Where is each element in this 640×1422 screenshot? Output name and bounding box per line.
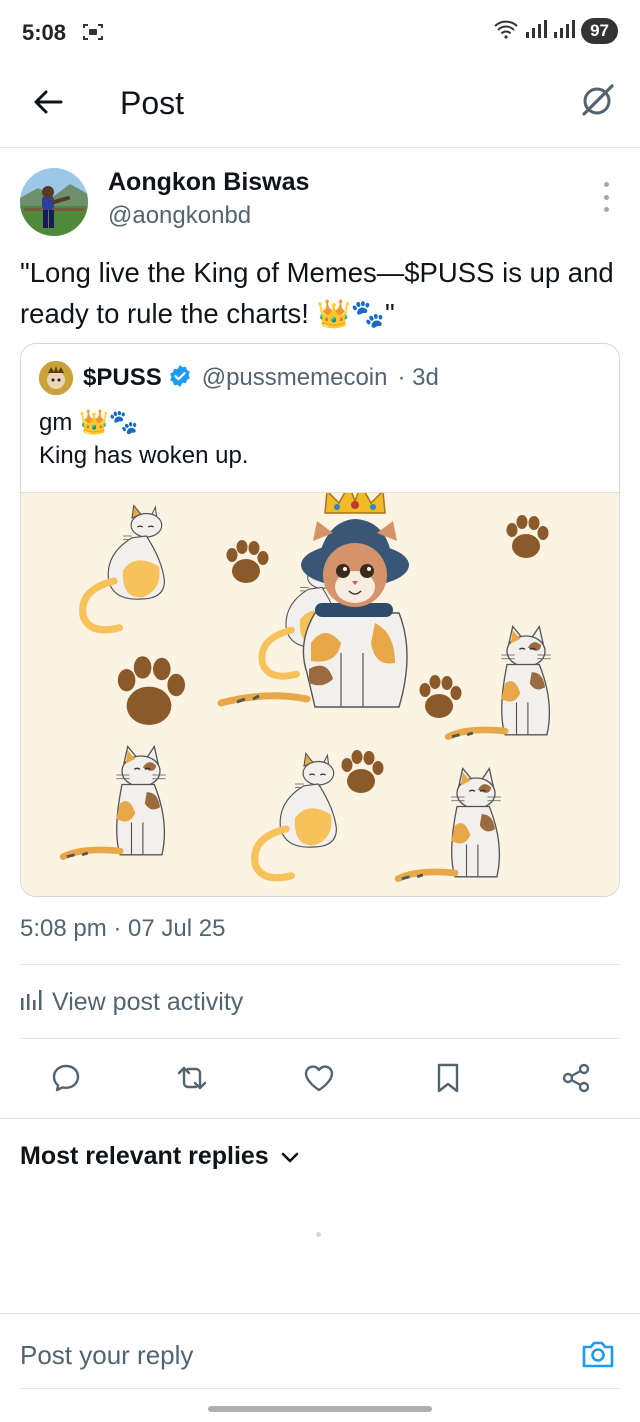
loading-indicator	[316, 1232, 321, 1237]
like-button[interactable]	[297, 1058, 341, 1102]
back-button[interactable]	[28, 84, 68, 124]
view-post-activity-label: View post activity	[52, 988, 244, 1016]
replies-sort-dropdown[interactable]: Most relevant replies	[20, 1142, 299, 1171]
like-icon	[303, 1063, 335, 1098]
share-icon	[560, 1062, 592, 1099]
share-button[interactable]	[554, 1058, 598, 1102]
quoted-avatar	[39, 361, 73, 395]
reply-button[interactable]	[44, 1058, 88, 1102]
divider	[20, 964, 620, 965]
grok-button[interactable]	[578, 82, 618, 122]
divider	[20, 1038, 620, 1039]
bar-chart-icon	[20, 988, 42, 1017]
reply-icon	[50, 1062, 82, 1099]
chevron-down-icon	[281, 1142, 299, 1171]
verified-badge-icon	[168, 364, 192, 393]
divider	[20, 1388, 620, 1389]
quoted-age: · 3d	[397, 364, 439, 391]
quoted-post[interactable]: $PUSS @pussmemecoin · 3d gm 👑🐾 King has …	[20, 343, 620, 897]
signal-icon	[525, 19, 548, 43]
more-dot	[603, 207, 609, 212]
page-title: Post	[120, 85, 185, 121]
avatar[interactable]	[20, 168, 88, 236]
more-dot	[603, 194, 609, 200]
bookmark-icon	[435, 1062, 461, 1099]
grok-icon	[580, 82, 616, 123]
top-app-bar: Post	[0, 66, 640, 148]
status-icons: 97	[493, 18, 618, 44]
bookmark-button[interactable]	[426, 1058, 470, 1102]
quoted-post-header: $PUSS @pussmemecoin · 3d	[39, 361, 439, 395]
quoted-media-image[interactable]	[21, 483, 619, 896]
more-dot	[603, 182, 609, 187]
replies-sort-label: Most relevant replies	[20, 1142, 269, 1170]
post-action-bar	[0, 1058, 640, 1102]
author-handle[interactable]: @aongkonbd	[108, 202, 251, 230]
repost-button[interactable]	[170, 1058, 214, 1102]
camera-button[interactable]	[578, 1336, 618, 1376]
quoted-text-line-2: King has woken up.	[39, 442, 249, 469]
wifi-icon	[493, 19, 519, 44]
post-text: "Long live the King of Memes—$PUSS is up…	[20, 257, 614, 329]
repost-icon	[175, 1063, 209, 1098]
reply-input[interactable]	[20, 1340, 540, 1371]
camera-icon	[581, 1339, 615, 1374]
quoted-text-line-1: gm 👑🐾	[39, 409, 139, 436]
status-bar: 5:08 97	[0, 0, 640, 66]
home-indicator[interactable]	[208, 1406, 432, 1412]
author-name[interactable]: Aongkon Biswas	[108, 168, 309, 197]
more-options-button[interactable]	[596, 182, 616, 212]
post-timestamp: 5:08 pm · 07 Jul 25	[20, 915, 226, 942]
screenshot-icon	[82, 22, 104, 42]
view-post-activity-link[interactable]: View post activity	[20, 988, 243, 1017]
divider	[0, 1118, 640, 1119]
quoted-name: $PUSS	[83, 364, 162, 391]
status-time: 5:08	[22, 20, 67, 45]
divider	[0, 1313, 640, 1314]
signal-icon-2	[553, 19, 576, 43]
arrow-left-icon	[33, 89, 63, 120]
battery-indicator: 97	[581, 18, 618, 44]
quoted-handle: @pussmemecoin	[201, 364, 388, 391]
